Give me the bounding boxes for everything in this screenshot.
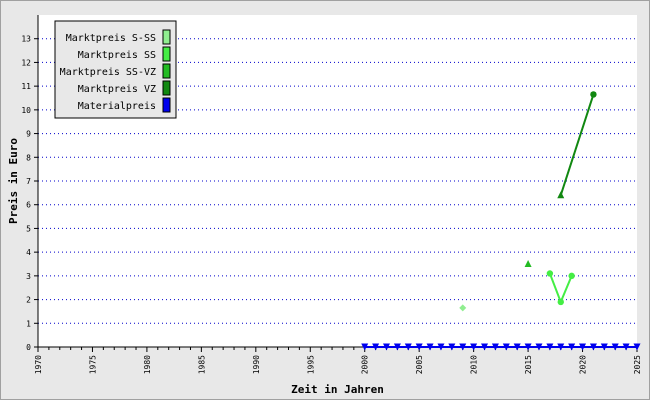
y-tick-label: 12	[21, 58, 31, 67]
y-tick-label: 3	[26, 272, 31, 281]
x-tick-label: 2000	[361, 355, 370, 374]
legend-swatch	[162, 29, 171, 45]
y-tick-label: 9	[26, 130, 31, 139]
data-point	[590, 91, 597, 98]
y-tick-label: 1	[26, 319, 31, 328]
data-point	[557, 298, 564, 306]
x-tick-label: 1995	[306, 355, 315, 374]
legend: Marktpreis S-SS Marktpreis SS Marktpreis S…	[54, 20, 177, 119]
y-tick-label: 8	[26, 153, 31, 162]
y-tick-label: 0	[26, 343, 31, 352]
legend-swatch	[162, 97, 171, 113]
legend-label: Marktpreis VZ	[78, 84, 156, 95]
y-tick-label: 13	[21, 35, 31, 44]
y-tick-label: 6	[26, 201, 31, 210]
y-tick-label: 10	[21, 106, 31, 115]
legend-swatch	[162, 80, 171, 96]
x-tick-label: 1970	[34, 355, 43, 374]
x-tick-label: 2015	[524, 355, 533, 374]
x-tick-label: 1990	[252, 355, 261, 374]
x-tick-label: 2025	[633, 355, 642, 374]
x-tick-label: 1975	[88, 355, 97, 374]
legend-swatch	[162, 63, 171, 79]
x-tick-label: 1980	[143, 355, 152, 374]
x-tick-label: 1985	[197, 355, 206, 374]
x-tick-label: 2005	[415, 355, 424, 374]
x-axis-title: Zeit in Jahren	[291, 383, 384, 396]
legend-label: Marktpreis SS-VZ	[60, 67, 156, 78]
legend-label: Marktpreis S-SS	[66, 33, 156, 44]
y-tick-label: 2	[26, 296, 31, 305]
y-tick-label: 7	[26, 177, 31, 186]
x-tick-label: 2010	[470, 355, 479, 374]
data-point	[568, 272, 575, 280]
legend-label: Materialpreis	[78, 101, 156, 112]
legend-swatch	[162, 46, 171, 62]
y-tick-label: 4	[26, 248, 31, 257]
data-point	[546, 270, 554, 277]
price-chart: 0123456789101112131970 1975 1980 1985 1990 19…	[7, 15, 642, 396]
y-tick-label: 11	[21, 82, 31, 91]
y-axis-title: Preis in Euro	[7, 138, 20, 224]
x-tick-label: 2020	[579, 355, 588, 374]
legend-label: Marktpreis SS	[78, 50, 156, 61]
y-tick-label: 5	[26, 224, 31, 233]
